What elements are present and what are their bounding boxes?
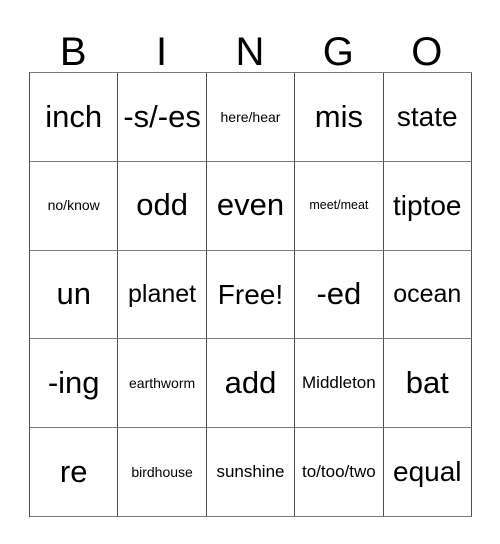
bingo-cell[interactable]: to/too/two: [295, 428, 384, 517]
bingo-row: -ing earthworm add Middleton bat: [30, 339, 472, 429]
bingo-row: no/know odd even meet/meat tiptoe: [30, 161, 472, 251]
bingo-header-cell-b: B: [29, 14, 117, 72]
bingo-cell[interactable]: un: [30, 250, 119, 340]
bingo-cell[interactable]: sunshine: [206, 428, 296, 517]
bingo-cell[interactable]: equal: [383, 428, 472, 517]
bingo-cell-label: sunshine: [216, 462, 285, 482]
bingo-cell-label: -s/-es: [123, 98, 201, 134]
bingo-header-cell-n: N: [206, 14, 294, 72]
bingo-cell[interactable]: -s/-es: [118, 73, 207, 162]
bingo-row: inch -s/-es here/hear mis state: [30, 73, 472, 162]
bingo-cell-label: Free!: [217, 278, 284, 310]
bingo-header-letter: I: [156, 30, 168, 74]
bingo-cell[interactable]: Middleton: [295, 339, 384, 429]
bingo-header-letter: B: [59, 30, 87, 74]
bingo-cell-label: bat: [405, 365, 449, 401]
bingo-header-letter: O: [411, 30, 443, 74]
bingo-cell-label: re: [59, 453, 88, 489]
bingo-cell[interactable]: add: [206, 339, 296, 429]
bingo-cell-label: planet: [128, 280, 197, 309]
bingo-cell[interactable]: here/hear: [206, 73, 296, 162]
bingo-row: re birdhouse sunshine to/too/two equal: [30, 428, 472, 517]
bingo-cell-label: odd: [136, 187, 188, 223]
bingo-header-letter: N: [235, 30, 265, 74]
bingo-cell[interactable]: inch: [30, 73, 119, 162]
bingo-cell-label: here/hear: [220, 108, 281, 125]
bingo-grid: inch -s/-es here/hear mis state no/know …: [29, 72, 472, 517]
bingo-cell[interactable]: -ing: [30, 339, 119, 429]
bingo-cell-free[interactable]: Free!: [206, 250, 296, 340]
bingo-cell-label: mis: [314, 98, 363, 134]
bingo-cell[interactable]: ocean: [383, 250, 472, 340]
bingo-row: un planet Free! -ed ocean: [30, 250, 472, 340]
bingo-cell[interactable]: planet: [118, 250, 207, 340]
bingo-cell[interactable]: bat: [383, 339, 472, 429]
bingo-card: B I N G O inch -s/-es here/hear mis stat…: [29, 14, 472, 517]
bingo-cell-label: equal: [393, 456, 462, 488]
bingo-cell-label: -ing: [47, 365, 100, 401]
bingo-cell[interactable]: -ed: [295, 250, 384, 340]
bingo-cell[interactable]: birdhouse: [118, 428, 207, 517]
bingo-cell[interactable]: even: [206, 161, 296, 251]
bingo-cell-label: ocean: [393, 280, 462, 309]
bingo-cell[interactable]: tiptoe: [383, 161, 472, 251]
bingo-header-row: B I N G O: [29, 14, 471, 72]
bingo-cell-label: tiptoe: [393, 190, 462, 221]
bingo-cell-label: un: [56, 276, 91, 312]
bingo-cell-label: inch: [45, 98, 103, 134]
bingo-cell-label: earthworm: [129, 374, 196, 391]
bingo-cell-label: to/too/two: [302, 462, 376, 482]
bingo-cell-label: state: [396, 101, 458, 133]
bingo-cell-label: even: [216, 187, 285, 223]
bingo-header-cell-i: I: [117, 14, 205, 72]
bingo-cell[interactable]: mis: [295, 73, 384, 162]
bingo-cell-label: -ed: [316, 276, 362, 312]
bingo-cell[interactable]: meet/meat: [295, 161, 384, 251]
bingo-cell-label: no/know: [47, 197, 100, 214]
bingo-cell[interactable]: odd: [118, 161, 207, 251]
bingo-header-letter: G: [322, 30, 354, 74]
bingo-cell[interactable]: no/know: [30, 161, 119, 251]
bingo-cell-label: add: [224, 365, 277, 401]
bingo-header-cell-o: O: [383, 14, 471, 72]
bingo-cell-label: Middleton: [302, 373, 376, 393]
bingo-cell[interactable]: earthworm: [118, 339, 207, 429]
bingo-cell[interactable]: state: [383, 73, 472, 162]
bingo-cell-label: meet/meat: [309, 198, 369, 213]
bingo-header-cell-g: G: [294, 14, 382, 72]
bingo-cell[interactable]: re: [30, 428, 119, 517]
bingo-cell-label: birdhouse: [131, 463, 193, 480]
